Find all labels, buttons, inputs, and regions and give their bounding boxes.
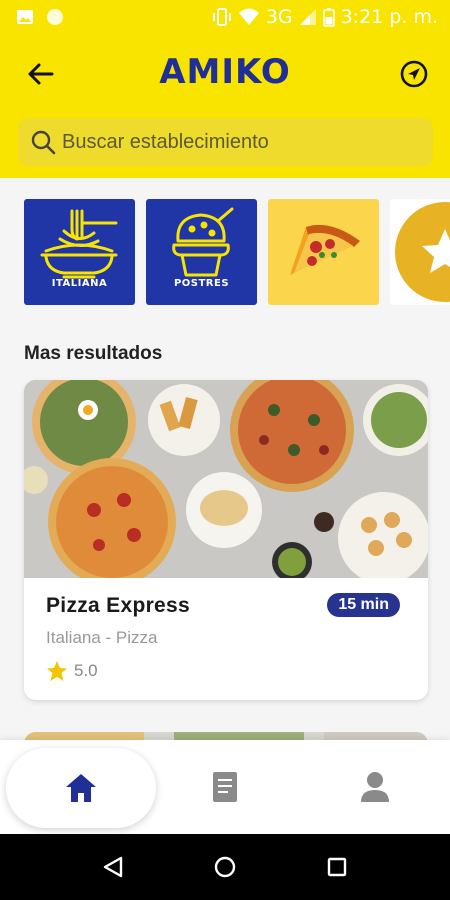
- restaurant-card[interactable]: Pizza Express 15 min Italiana - Pizza 5.…: [24, 380, 428, 700]
- navigation-icon: [400, 60, 428, 88]
- vibrate-icon: [212, 8, 231, 26]
- search-icon: [31, 130, 56, 155]
- circle-home-icon: [214, 856, 236, 878]
- spaghetti-icon: [40, 209, 118, 279]
- orders-icon: [213, 772, 237, 802]
- profile-icon: [361, 772, 389, 802]
- category-carousel[interactable]: ITALIANA POSTRES: [24, 199, 450, 305]
- wifi-icon: [238, 8, 259, 25]
- system-back-button[interactable]: [100, 854, 126, 880]
- location-button[interactable]: [396, 56, 432, 92]
- section-title: Mas resultados: [24, 343, 163, 364]
- category-favoritos[interactable]: [390, 199, 450, 305]
- bottom-navigation: [0, 740, 450, 834]
- square-recents-icon: [327, 857, 347, 877]
- category-label: POSTRES: [173, 278, 230, 289]
- category-pizza[interactable]: [268, 199, 379, 305]
- nav-home[interactable]: [6, 748, 156, 828]
- restaurant-categories: Italiana - Pizza: [46, 628, 158, 647]
- nav-profile[interactable]: [325, 740, 425, 834]
- app-logo: AMIKO: [159, 52, 291, 92]
- circle-notification-icon: [47, 9, 63, 25]
- ice-cream-icon: [172, 207, 234, 277]
- category-postres[interactable]: POSTRES: [146, 199, 257, 305]
- star-icon: [47, 661, 67, 681]
- system-navigation-bar: [0, 834, 450, 900]
- network-type: 3G: [265, 6, 293, 28]
- category-italiana[interactable]: ITALIANA: [24, 199, 135, 305]
- nav-orders[interactable]: [175, 740, 275, 834]
- clock: 3:21 p. m.: [340, 6, 438, 28]
- status-bar: 3G 3:21 p. m.: [0, 0, 450, 36]
- pizza-photo: [24, 380, 428, 578]
- pizza-icon: [290, 224, 360, 275]
- app-header: AMIKO: [0, 36, 450, 178]
- category-label: ITALIANA: [51, 278, 108, 289]
- search-bar[interactable]: [18, 118, 433, 166]
- star-badge-icon: [395, 202, 450, 302]
- triangle-back-icon: [103, 856, 123, 878]
- home-icon: [66, 774, 96, 802]
- search-input[interactable]: [62, 130, 422, 154]
- restaurant-image: [24, 380, 428, 578]
- app-screen: 3G 3:21 p. m. AMIKO Buscar establecimien…: [0, 0, 450, 900]
- gallery-notification-icon: [17, 10, 33, 24]
- restaurant-name: Pizza Express: [46, 594, 190, 617]
- restaurant-rating: 5.0: [46, 660, 98, 682]
- battery-icon: [322, 8, 335, 27]
- signal-icon: [299, 9, 316, 25]
- system-home-button[interactable]: [212, 854, 238, 880]
- rating-value: 5.0: [74, 661, 98, 680]
- delivery-time-badge: 15 min: [327, 593, 400, 617]
- system-recents-button[interactable]: [324, 854, 350, 880]
